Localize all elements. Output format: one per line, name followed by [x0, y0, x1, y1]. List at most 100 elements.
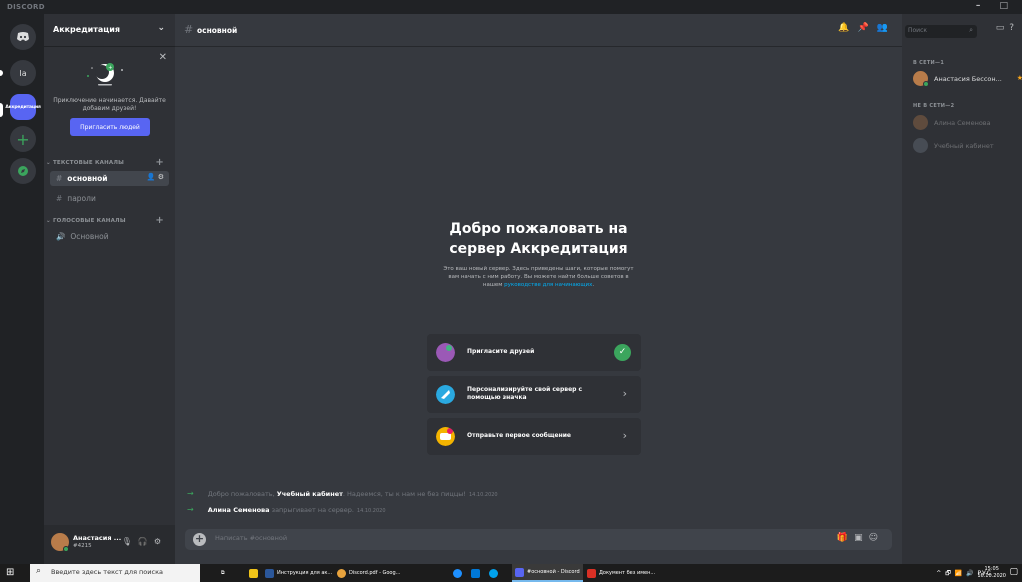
- crown-icon: ★: [1016, 74, 1022, 82]
- server-icon-akkreditaciya[interactable]: Аккредитация: [5, 94, 41, 120]
- join-arrow-icon: →: [187, 505, 194, 514]
- taskbar-search: ⌕: [30, 564, 200, 582]
- close-icon[interactable]: ✕: [159, 52, 167, 63]
- docs-icon: [587, 568, 596, 578]
- home-button[interactable]: [10, 24, 36, 50]
- microphone-icon[interactable]: 🎙: [122, 537, 138, 546]
- channel-label: пароли: [67, 194, 96, 203]
- user-name: Анастасия ...: [73, 534, 122, 542]
- file-explorer-icon[interactable]: [246, 564, 261, 582]
- join-arrow-icon: →: [187, 489, 194, 498]
- windows-taskbar: ⊞ ⌕ ⧉ Инструкция для ак... Discord.pdf -…: [0, 564, 1022, 582]
- message-username[interactable]: Учебный кабинет: [277, 490, 343, 498]
- message-timestamp: 14.10.2020: [468, 492, 498, 498]
- emoji-icon[interactable]: ☺: [869, 533, 884, 543]
- invite-card: ✕ + Приключение начинается. Давайте доба…: [50, 52, 169, 152]
- category-text-channels[interactable]: ⌄ ТЕКСТОВЫЕ КАНАЛЫ +: [46, 157, 168, 168]
- system-message: → Алина Семенова запрыгивает на сервер. 14…: [187, 505, 386, 514]
- avatar: [913, 138, 928, 153]
- taskbar-app-docs[interactable]: Документ без имен...: [584, 564, 658, 582]
- edge-icon[interactable]: [450, 564, 465, 582]
- step-personalize-server[interactable]: Персонализируйте свой сервер с помощью з…: [427, 376, 641, 413]
- help-icon[interactable]: ?: [1009, 23, 1019, 33]
- channel-tools: 👤 ⚙: [147, 173, 164, 181]
- chevron-right-icon: ›: [622, 429, 627, 442]
- taskbar-app-word[interactable]: Инструкция для ак...: [262, 564, 335, 582]
- add-server-button[interactable]: +: [10, 126, 36, 152]
- headphones-icon[interactable]: 🎧: [138, 537, 154, 546]
- step-label: Пригласите друзей: [467, 348, 535, 355]
- gif-icon[interactable]: ▣: [854, 533, 869, 543]
- unread-indicator: [0, 70, 3, 76]
- user-controls: 🎙🎧⚙: [122, 537, 167, 546]
- member-tools: ▭?: [996, 23, 1019, 33]
- message-username[interactable]: Алина Семенова: [208, 506, 270, 514]
- invite-people-button[interactable]: Пригласить людей: [70, 118, 150, 136]
- step-label: Персонализируйте свой сервер с помощью з…: [467, 386, 583, 401]
- inbox-icon[interactable]: ▭: [996, 23, 1010, 33]
- voice-channel-osnovnoy[interactable]: 🔊 Основной: [50, 229, 169, 244]
- members-icon[interactable]: 👥: [877, 23, 896, 33]
- app-icon[interactable]: [468, 564, 483, 582]
- add-attachment-button[interactable]: +: [193, 533, 206, 546]
- notifications-icon[interactable]: ▢: [1009, 567, 1018, 577]
- chevron-right-icon: ›: [622, 387, 627, 400]
- member-item[interactable]: Анастасия Бессон... ★: [913, 71, 1022, 89]
- window-controls[interactable]: – □: [976, 1, 1016, 11]
- server-rail: Ia Аккредитация +: [0, 14, 44, 564]
- channel-label: Основной: [70, 232, 109, 241]
- category-voice-channels[interactable]: ⌄ ГОЛОСОВЫЕ КАНАЛЫ +: [46, 215, 168, 226]
- taskbar-search-input[interactable]: [51, 568, 191, 576]
- app-icon[interactable]: [486, 564, 501, 582]
- message-icon: [436, 427, 455, 446]
- windows-start-icon[interactable]: ⊞: [6, 567, 14, 578]
- online-status-icon: [923, 81, 929, 87]
- server-icon-ia[interactable]: Ia: [10, 60, 36, 86]
- discord-logo-icon: [515, 567, 524, 577]
- message-input[interactable]: [215, 534, 715, 542]
- checkmark-icon: ✓: [614, 344, 631, 361]
- category-label: ⌄ ГОЛОСОВЫЕ КАНАЛЫ: [46, 218, 126, 224]
- online-status-icon: [63, 546, 69, 552]
- explore-servers-button[interactable]: [10, 158, 36, 184]
- search-box: ⌕: [905, 25, 977, 38]
- guide-link[interactable]: руководстве для начинающих: [504, 282, 592, 288]
- compass-icon: [18, 166, 28, 176]
- gear-icon[interactable]: ⚙: [154, 537, 167, 546]
- user-tag: #4215: [73, 543, 92, 549]
- pin-icon[interactable]: 📌: [858, 23, 877, 33]
- member-name: Алина Семенова: [934, 119, 991, 127]
- member-item[interactable]: Алина Семенова: [913, 115, 1021, 133]
- add-channel-icon[interactable]: +: [155, 215, 164, 226]
- task-view-icon[interactable]: ⧉: [218, 564, 228, 582]
- search-icon: ⌕: [36, 566, 42, 576]
- channel-label: основной: [67, 174, 108, 183]
- clock[interactable]: 15:05 16.10.2020: [977, 566, 1006, 580]
- taskbar-app-discord[interactable]: #основной - Discord: [512, 564, 583, 582]
- channel-item-osnovnoy[interactable]: # основной 👤 ⚙: [50, 171, 169, 186]
- discord-app: DISCORD – □ Ia Аккредитация + Аккредитац…: [0, 0, 1022, 582]
- channel-item-paroli[interactable]: # пароли: [50, 191, 169, 206]
- guild-header[interactable]: Аккредитация ⌄: [44, 14, 175, 47]
- message-composer: + 🎁▣☺: [185, 529, 892, 550]
- offline-group-header: НЕ В СЕТИ—2: [913, 103, 955, 109]
- user-panel: Анастасия ... #4215 🎙🎧⚙: [44, 525, 175, 564]
- taskbar-app-chrome-pdf[interactable]: Discord.pdf - Goog...: [334, 564, 403, 582]
- category-label: ⌄ ТЕКСТОВЫЕ КАНАЛЫ: [46, 160, 125, 166]
- add-channel-icon[interactable]: +: [155, 157, 164, 168]
- invite-member-icon[interactable]: 👤: [147, 173, 156, 181]
- gift-icon[interactable]: 🎁: [837, 533, 854, 543]
- step-label: Отправьте первое сообщение: [467, 432, 571, 439]
- gear-icon[interactable]: ⚙: [158, 173, 164, 181]
- welcome-description: Это ваш новый сервер. Здесь приведены ша…: [443, 266, 634, 288]
- step-invite-friends[interactable]: Пригласите друзей ✓: [427, 334, 641, 371]
- speaker-icon: 🔊: [56, 232, 66, 241]
- bell-icon[interactable]: 🔔: [838, 23, 857, 33]
- invite-illustration-icon: +: [87, 63, 123, 86]
- online-group-header: В СЕТИ—1: [913, 60, 945, 66]
- step-send-first-message[interactable]: Отправьте первое сообщение ›: [427, 418, 641, 455]
- search-input[interactable]: [908, 27, 963, 34]
- avatar: [913, 115, 928, 130]
- header-tools: 🔔📌👥: [838, 23, 896, 33]
- member-item[interactable]: Учебный кабинет: [913, 138, 1021, 156]
